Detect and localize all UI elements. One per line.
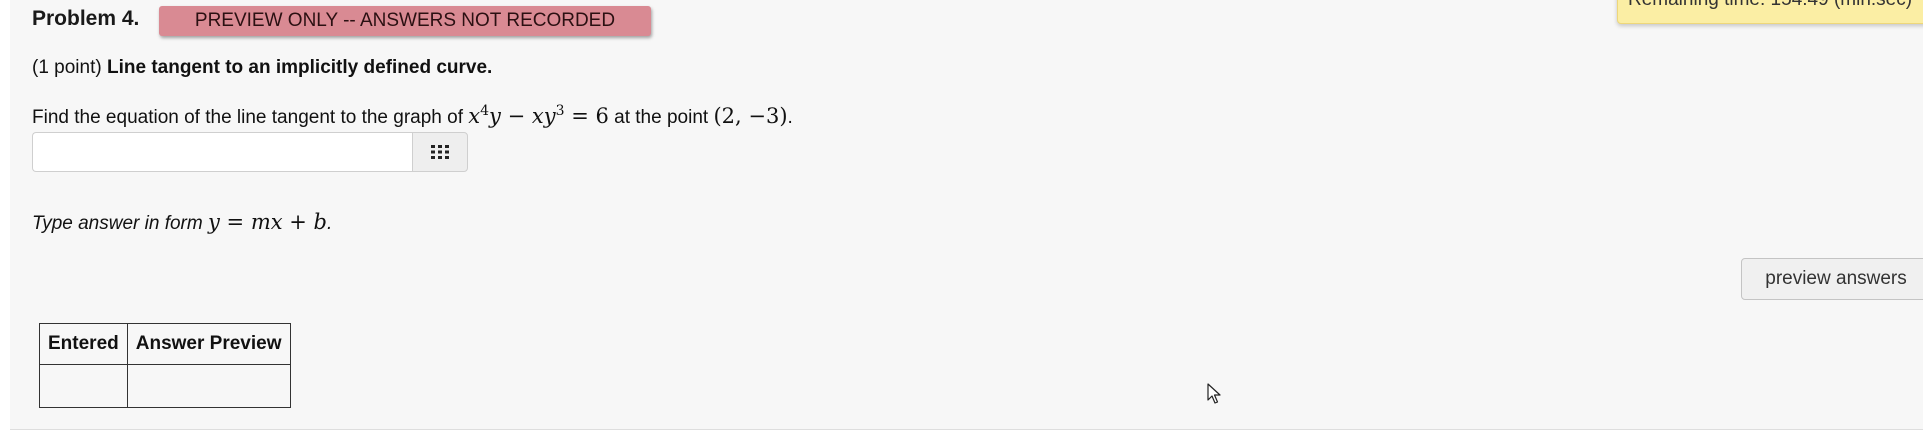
hint-formula: y = mx + b [207, 210, 327, 234]
keypad-grid-icon [431, 145, 449, 159]
answer-format-hint: Type answer in form y = mx + b. [32, 210, 332, 235]
answer-preview-column-header: Answer Preview [126, 323, 291, 365]
preview-only-badge: PREVIEW ONLY -- ANSWERS NOT RECORDED [159, 6, 651, 36]
hint-prefix: Type answer in form [32, 213, 203, 234]
points-label: (1 point) [32, 57, 102, 78]
question-suffix: . [787, 107, 793, 128]
question-text: Find the equation of the line tangent to… [32, 103, 793, 129]
question-prefix: Find the equation of the line tangent to… [32, 107, 463, 128]
mouse-pointer-icon [1207, 383, 1223, 410]
remaining-time-banner: Remaining time: 154:49 (min:sec) [1617, 0, 1923, 24]
problem-heading-line: (1 point) Line tangent to an implicitly … [32, 57, 492, 79]
problem-panel: Problem 4. PREVIEW ONLY -- ANSWERS NOT R… [10, 0, 1923, 430]
y-exponent: 3 [555, 103, 565, 119]
equation-rhs: 6 [595, 104, 609, 128]
problem-title: Problem 4. [32, 7, 140, 30]
entered-column-header: Entered [39, 323, 128, 365]
results-table: Entered Answer Preview [39, 323, 291, 408]
point-coordinates: (2, −3) [713, 104, 788, 128]
preview-answers-button[interactable]: preview answers [1741, 258, 1923, 300]
answer-preview-cell [126, 364, 291, 408]
hint-suffix: . [326, 213, 333, 234]
answer-input[interactable] [32, 132, 412, 172]
question-middle: at the point [614, 107, 709, 128]
problem-heading: Line tangent to an implicitly defined cu… [106, 57, 493, 78]
equation-editor-button[interactable] [412, 132, 468, 172]
point-value: (2, −3) [713, 104, 787, 128]
equation: x4y − xy3 = 6 [468, 103, 609, 128]
table-row [39, 364, 291, 408]
table-header-row: Entered Answer Preview [39, 323, 291, 365]
x-exponent: 4 [480, 103, 490, 119]
entered-cell [39, 364, 128, 408]
